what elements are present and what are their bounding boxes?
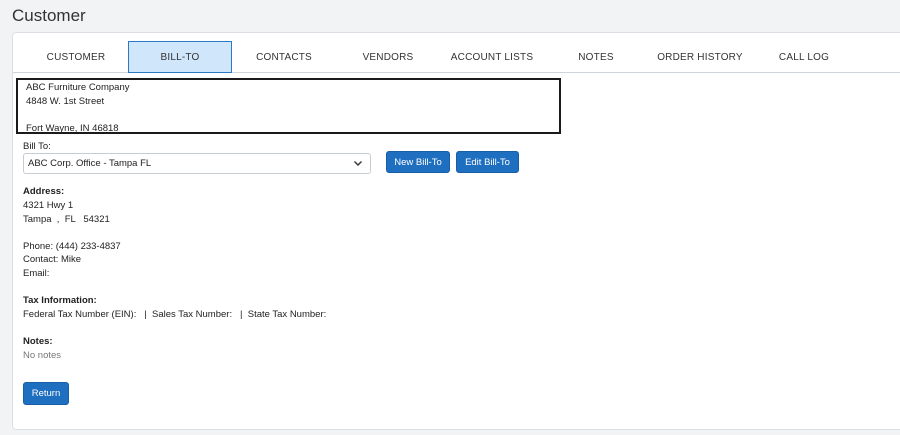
phone-text: Phone: (444) 233-4837	[23, 241, 121, 252]
bill-to-label: Bill To:	[23, 141, 51, 152]
tab-bill-to[interactable]: BILL-TO	[128, 41, 232, 73]
edit-bill-to-button[interactable]: Edit Bill-To	[456, 151, 519, 173]
customer-address-line	[26, 108, 551, 122]
address-line: Tampa , FL 54321	[23, 214, 110, 225]
tab-order-history[interactable]: ORDER HISTORY	[648, 41, 752, 73]
tab-bar: CUSTOMER BILL-TO CONTACTS VENDORS ACCOUN…	[13, 41, 900, 73]
notes-heading: Notes:	[23, 336, 53, 347]
customer-address-line: 4848 W. 1st Street	[26, 95, 105, 107]
return-button[interactable]: Return	[23, 382, 69, 405]
customer-address-line: ABC Furniture Company	[26, 82, 130, 93]
tab-vendors[interactable]: VENDORS	[336, 41, 440, 73]
chevron-down-icon	[354, 161, 362, 166]
tab-call-log[interactable]: CALL LOG	[752, 41, 856, 73]
notes-value: No notes	[23, 350, 62, 361]
new-bill-to-button[interactable]: New Bill-To	[386, 151, 450, 173]
bill-to-select[interactable]: ABC Corp. Office - Tampa FL	[23, 153, 371, 174]
tab-notes[interactable]: NOTES	[544, 41, 648, 73]
address-heading: Address:	[23, 186, 65, 197]
bill-to-selected-value: ABC Corp. Office - Tampa FL	[28, 158, 152, 169]
email-text: Email:	[23, 268, 50, 279]
tax-info-line: Federal Tax Number (EIN): | Sales Tax Nu…	[23, 309, 327, 320]
tab-customer[interactable]: CUSTOMER	[24, 41, 128, 73]
address-line: 4321 Hwy 1	[23, 200, 74, 211]
tax-heading: Tax Information:	[23, 295, 97, 306]
page-title: Customer	[12, 6, 86, 25]
tab-contacts[interactable]: CONTACTS	[232, 41, 336, 73]
tab-account-lists[interactable]: ACCOUNT LISTS	[440, 41, 544, 73]
customer-address-line: Fort Wayne, IN 46818	[26, 122, 119, 134]
customer-panel: CUSTOMER BILL-TO CONTACTS VENDORS ACCOUN…	[12, 32, 900, 430]
contact-text: Contact: Mike	[23, 254, 82, 265]
customer-address-box: ABC Furniture Company 4848 W. 1st Street…	[16, 78, 561, 134]
